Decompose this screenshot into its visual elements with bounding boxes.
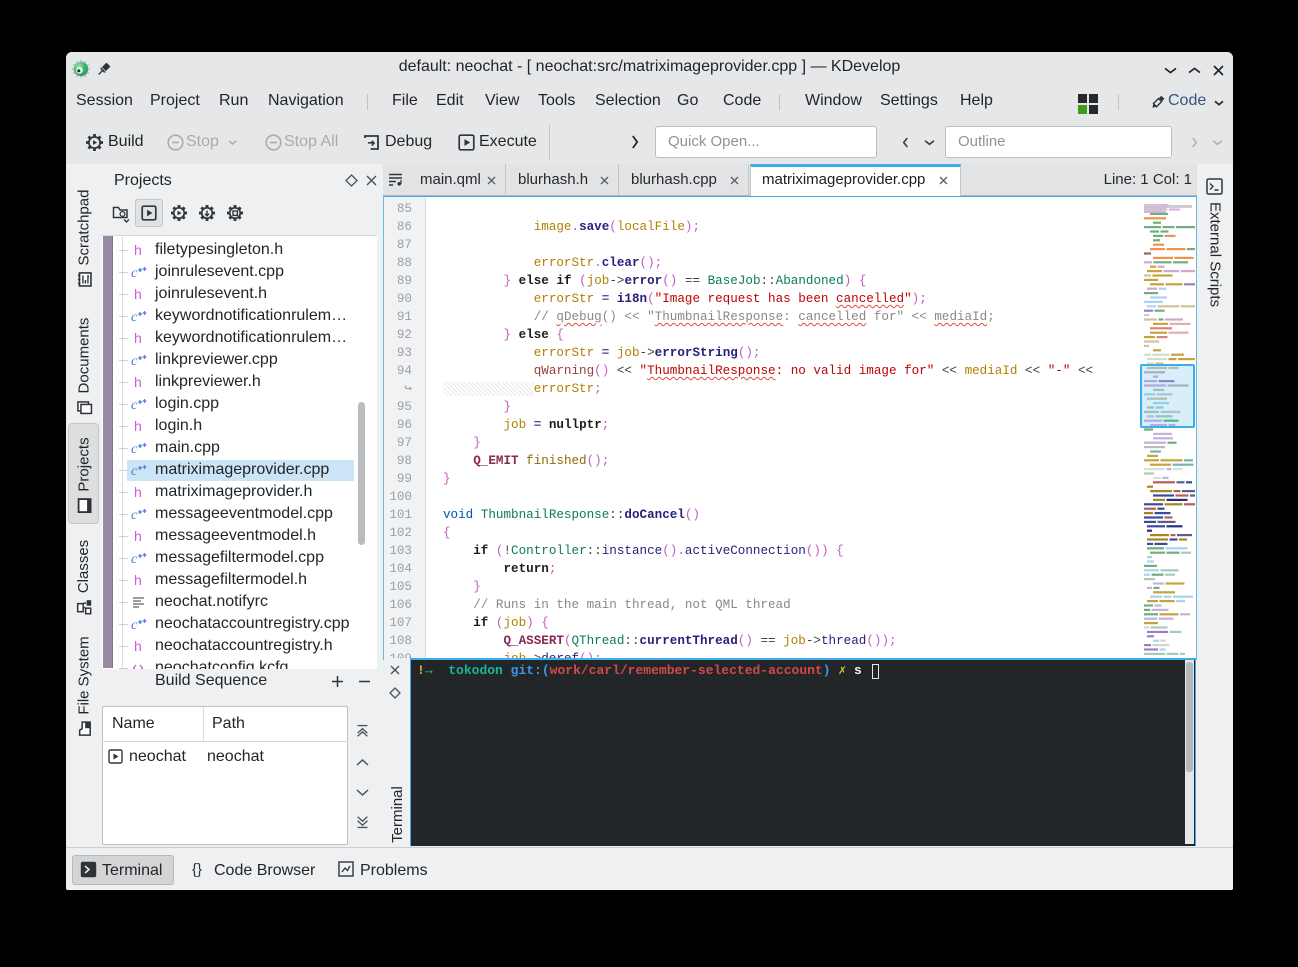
svg-text:h: h: [134, 528, 142, 544]
svg-text:c: c: [131, 442, 138, 456]
svg-text:h: h: [134, 286, 142, 302]
svg-text:h: h: [134, 572, 142, 588]
svg-text:h: h: [134, 638, 142, 654]
svg-text:c: c: [131, 552, 138, 566]
svg-text:c: c: [131, 266, 138, 280]
svg-text:c: c: [131, 618, 138, 632]
svg-text:h: h: [134, 242, 142, 258]
svg-text:c: c: [131, 310, 138, 324]
svg-text:c: c: [131, 508, 138, 522]
svg-text:c: c: [131, 464, 138, 478]
svg-text:h: h: [134, 484, 142, 500]
svg-text:c: c: [131, 398, 138, 412]
svg-text:h: h: [134, 374, 142, 390]
svg-text:h: h: [134, 418, 142, 434]
svg-text:c: c: [131, 354, 138, 368]
svg-text:h: h: [134, 330, 142, 346]
